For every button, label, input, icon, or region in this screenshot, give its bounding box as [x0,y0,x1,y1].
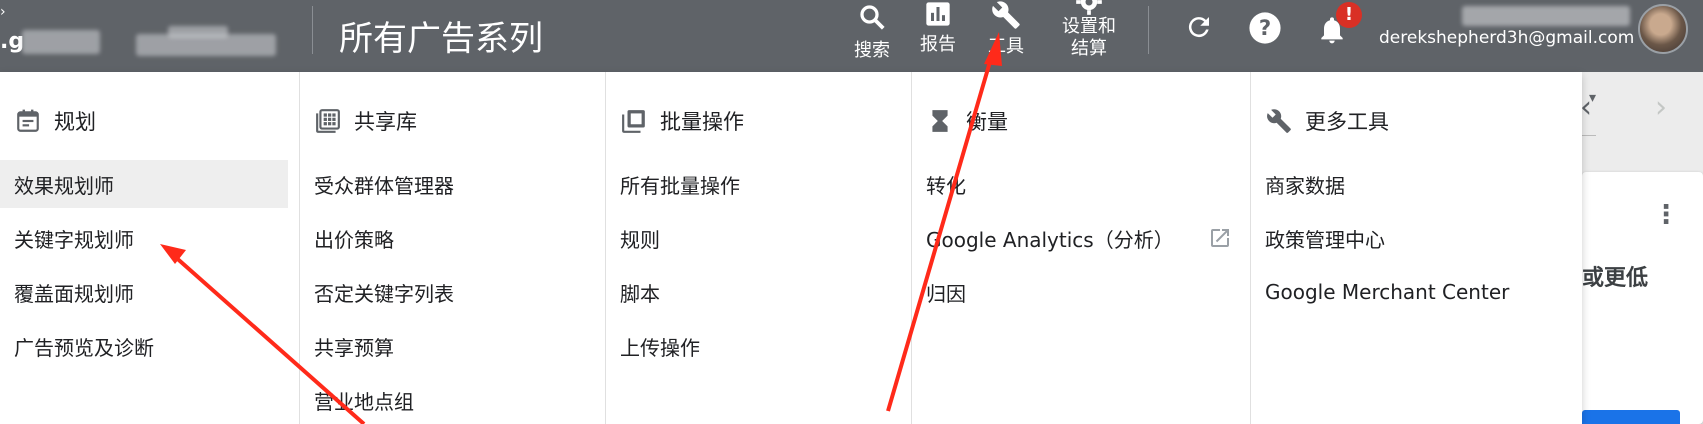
menu-item-performance-planner[interactable]: 效果规划师 [0,160,288,208]
menu-item-label: 出价策略 [314,227,394,252]
menu-item-label: 营业地点组 [314,389,414,414]
settings-label-line: 设置和 [1062,16,1116,37]
menu-item-label: 关键字规划师 [14,227,134,252]
menu-item-scripts[interactable]: 脚本 [606,268,906,316]
menu-item-location-groups[interactable]: 营业地点组 [300,376,600,424]
menu-item-bid-strategies[interactable]: 出价策略 [300,214,600,262]
account-info-redacted [18,0,288,66]
menu-item-label: 效果规划师 [14,173,114,198]
menu-item-attribution[interactable]: 归因 [912,268,1246,316]
wrench-icon [1265,107,1293,135]
calendar-icon [14,107,42,135]
menu-item-conversions[interactable]: 转化 [912,160,1246,208]
menu-item-all-bulk-actions[interactable]: 所有批量操作 [606,160,906,208]
menu-item-label: 转化 [926,173,966,198]
search-icon [860,5,885,30]
user-name-redacted [1462,6,1630,26]
menu-item-label: 规则 [620,227,660,252]
menu-item-label: 覆盖面规划师 [14,281,134,306]
heading-more-tools: 更多工具 [1305,110,1389,134]
avatar[interactable] [1638,4,1688,54]
menu-item-merchant-center[interactable]: Google Merchant Center [1251,268,1577,316]
wrench-icon [992,1,1020,29]
divider [312,6,313,54]
column-heading: 共享库 [314,106,417,136]
heading-bulk-actions: 批量操作 [660,110,744,134]
menu-item-audience-manager[interactable]: 受众群体管理器 [300,160,600,208]
column-heading: 批量操作 [620,106,744,136]
menu-item-google-analytics[interactable]: Google Analytics（分析） [912,214,1246,262]
menu-column-planning: 规划 效果规划师 关键字规划师 覆盖面规划师 广告预览及诊断 [0,72,299,424]
menu-column-shared-library: 共享库 受众群体管理器 出价策略 否定关键字列表 共享预算 营业地点组 [299,72,605,424]
heading-shared-library: 共享库 [354,110,417,134]
reports-label: 报告 [920,34,956,55]
more-options-icon[interactable]: ⋮ [1653,200,1679,230]
menu-item-label: Google Analytics（分析） [926,227,1174,252]
help-icon[interactable]: ? [1248,11,1282,45]
background-card: ⋮ 或更低 [1582,172,1703,424]
menu-item-shared-budgets[interactable]: 共享预算 [300,322,600,370]
reports-button[interactable]: 报告 [914,0,962,56]
menu-item-label: 上传操作 [620,335,700,360]
app-page: › .g 所有广告系列 搜索 报告 工具 设置和 结算 ? ! derekshe… [0,0,1703,424]
menu-item-reach-planner[interactable]: 覆盖面规划师 [0,268,288,316]
menu-item-negative-keyword-lists[interactable]: 否定关键字列表 [300,268,600,316]
open-in-new-icon [1211,229,1229,247]
menu-item-label: Google Merchant Center [1265,280,1510,304]
tools-button[interactable]: 工具 [980,0,1032,58]
page-title: 所有广告系列 [339,19,543,59]
menu-item-policy-manager[interactable]: 政策管理中心 [1251,214,1577,262]
tools-menu-panel: 规划 效果规划师 关键字规划师 覆盖面规划师 广告预览及诊断 共享库 受众群体管… [0,72,1582,424]
library-icon [314,107,342,135]
column-heading: 更多工具 [1265,106,1389,136]
menu-column-measurement: 衡量 转化 Google Analytics（分析） 归因 [911,72,1250,424]
notification-badge: ! [1336,2,1362,28]
menu-column-bulk-actions: 批量操作 所有批量操作 规则 脚本 上传操作 [605,72,911,424]
menu-item-label: 脚本 [620,281,660,306]
menu-item-uploads[interactable]: 上传操作 [606,322,906,370]
menu-item-business-data[interactable]: 商家数据 [1251,160,1577,208]
menu-item-label: 共享预算 [314,335,394,360]
menu-item-label: 商家数据 [1265,173,1345,198]
chevron-right-icon[interactable]: › [1655,90,1667,125]
chevron-right-icon[interactable]: › [0,4,6,20]
column-heading: 规划 [14,106,96,136]
column-heading: 衡量 [926,106,1008,136]
tools-label: 工具 [988,36,1024,57]
divider [1148,6,1149,54]
menu-column-more-tools: 更多工具 商家数据 政策管理中心 Google Merchant Center [1250,72,1582,424]
menu-item-label: 所有批量操作 [620,173,740,198]
top-bar: › .g 所有广告系列 搜索 报告 工具 设置和 结算 ? ! derekshe… [0,0,1703,72]
menu-item-ad-preview[interactable]: 广告预览及诊断 [0,322,288,370]
settings-label-line: 结算 [1071,38,1107,59]
settings-billing-label: 设置和 结算 [1058,16,1120,60]
card-partial-text: 或更低 [1582,266,1649,291]
menu-item-label: 受众群体管理器 [314,173,454,198]
menu-item-label: 否定关键字列表 [314,281,454,306]
menu-item-label: 政策管理中心 [1265,227,1385,252]
account-email[interactable]: derekshepherd3h@gmail.com [1379,28,1634,48]
svg-text:?: ? [1259,16,1271,41]
bulk-actions-icon [620,107,648,135]
search-label: 搜索 [854,40,890,61]
heading-measurement: 衡量 [966,110,1008,134]
menu-item-label: 归因 [926,281,966,306]
menu-item-rules[interactable]: 规则 [606,214,906,262]
search-button[interactable]: 搜索 [846,2,898,62]
hourglass-icon [926,107,954,135]
refresh-icon[interactable] [1184,12,1214,42]
gear-icon [1076,0,1102,15]
menu-item-label: 广告预览及诊断 [14,335,154,360]
card-primary-button[interactable] [1582,410,1680,424]
report-icon [926,2,950,26]
heading-planning: 规划 [54,110,96,134]
settings-billing-button[interactable]: 设置和 结算 [1058,0,1120,60]
menu-item-keyword-planner[interactable]: 关键字规划师 [0,214,288,262]
